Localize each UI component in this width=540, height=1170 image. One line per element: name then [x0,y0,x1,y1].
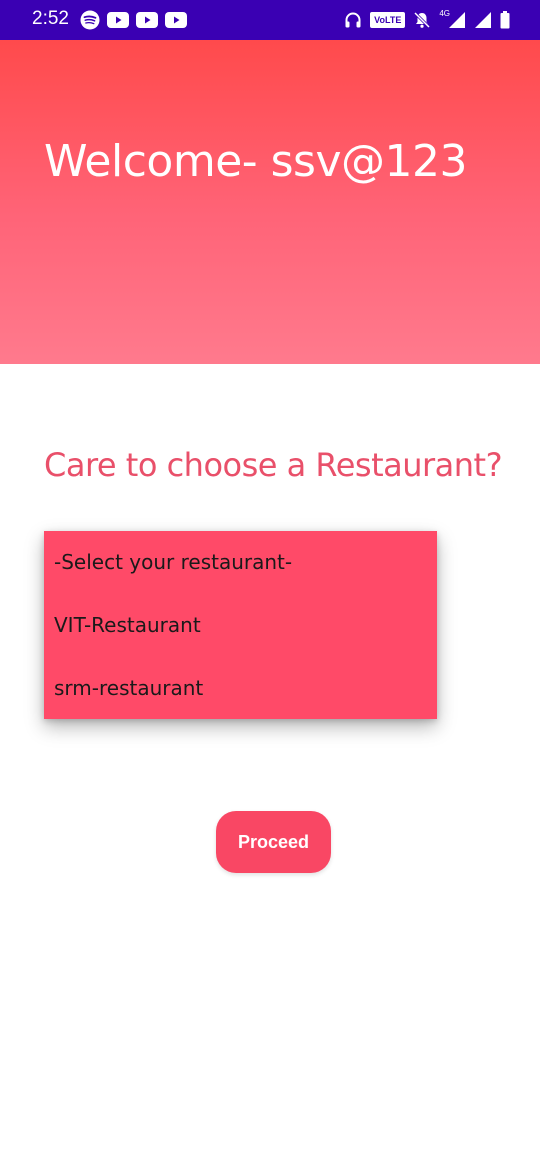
restaurant-dropdown[interactable]: -Select your restaurant- VIT-Restaurant … [44,531,437,719]
network-type: 4G [439,8,450,18]
youtube-icon [136,12,158,28]
status-time: 2:52 [32,8,69,29]
system-icons: VoLTE 4G [336,8,510,32]
dropdown-option-vit[interactable]: VIT-Restaurant [54,613,201,637]
battery-icon [500,11,510,29]
youtube-icon [107,12,129,28]
spotify-icon [80,10,100,30]
restaurant-question: Care to choose a Restaurant? [44,446,503,484]
status-bar: 2:52 VoLTE 4G [0,0,540,40]
notification-icons [80,10,194,30]
signal-icon: 4G [439,8,466,29]
volte-badge: VoLTE [370,12,406,28]
headphones-icon [344,11,362,29]
welcome-title: Welcome- ssv@123 [44,136,468,187]
volte-icon: VoLTE [370,12,406,28]
dropdown-option-placeholder[interactable]: -Select your restaurant- [54,550,292,574]
mute-bell-icon [413,11,431,29]
youtube-icon [165,12,187,28]
welcome-header: Welcome- ssv@123 [0,40,540,364]
proceed-button[interactable]: Proceed [216,811,331,873]
signal-icon [474,11,492,29]
dropdown-option-srm[interactable]: srm-restaurant [54,676,203,700]
app-screen: 2:52 VoLTE 4G Welcome- ssv@123 Care to c… [0,0,540,1170]
